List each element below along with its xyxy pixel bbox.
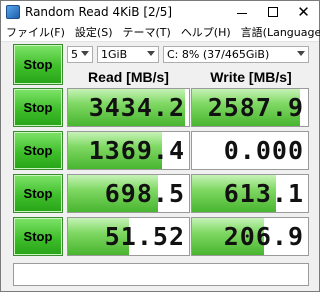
minimize-button[interactable]: [226, 1, 257, 23]
stop-test-4-button[interactable]: Stop: [13, 217, 63, 256]
stop-label: Stop: [23, 186, 53, 201]
stop-all-label: Stop: [23, 57, 53, 72]
read-value: 3434.2: [88, 93, 185, 122]
write-value: 2587.9: [207, 93, 304, 122]
maximize-button[interactable]: [257, 1, 288, 23]
app-logo-icon: [6, 5, 20, 19]
read-value: 698.5: [104, 179, 185, 208]
read-meter: 1369.4: [67, 131, 190, 170]
write-value: 0.000: [223, 136, 304, 165]
chevron-down-icon: [81, 51, 89, 56]
stop-test-1-button[interactable]: Stop: [13, 88, 63, 127]
app-window: Random Read 4KiB [2/5] ✕ ファイル(F) 設定(S) テ…: [0, 0, 320, 292]
menu-bar: ファイル(F) 設定(S) テーマ(T) ヘルプ(H) 言語(Language): [1, 23, 320, 42]
title-bar: Random Read 4KiB [2/5] ✕: [1, 1, 319, 23]
stop-label: Stop: [23, 143, 53, 158]
stop-label: Stop: [23, 100, 53, 115]
chevron-down-icon: [297, 51, 305, 56]
write-meter: 2587.9: [191, 88, 309, 127]
write-header: Write [MB/s]: [210, 69, 292, 85]
size-select[interactable]: 1GiB: [97, 46, 159, 63]
menu-help[interactable]: ヘルプ(H): [176, 24, 236, 40]
stop-all-button[interactable]: Stop: [13, 44, 63, 85]
stop-label: Stop: [23, 229, 53, 244]
comment-input[interactable]: [13, 263, 309, 286]
close-button[interactable]: ✕: [288, 1, 319, 23]
read-header: Read [MB/s]: [88, 69, 169, 85]
stop-test-3-button[interactable]: Stop: [13, 174, 63, 213]
drive-select[interactable]: C: 8% (37/465GiB): [163, 46, 309, 63]
menu-language[interactable]: 言語(Language): [236, 24, 320, 40]
size-value: 1GiB: [101, 48, 128, 61]
chevron-down-icon: [147, 51, 155, 56]
write-meter: 206.9: [191, 217, 309, 256]
write-value: 206.9: [223, 222, 304, 251]
read-meter: 698.5: [67, 174, 190, 213]
count-select[interactable]: 5: [67, 46, 93, 63]
write-meter: 613.1: [191, 174, 309, 213]
maximize-icon: [267, 7, 278, 17]
stop-test-2-button[interactable]: Stop: [13, 131, 63, 170]
count-value: 5: [71, 48, 78, 61]
close-icon: ✕: [297, 3, 310, 21]
menu-theme[interactable]: テーマ(T): [118, 24, 176, 40]
menu-settings[interactable]: 設定(S): [70, 24, 118, 40]
read-value: 51.52: [104, 222, 185, 251]
window-title: Random Read 4KiB [2/5]: [25, 5, 173, 19]
read-meter: 3434.2: [67, 88, 190, 127]
write-value: 613.1: [223, 179, 304, 208]
read-meter: 51.52: [67, 217, 190, 256]
write-meter: 0.000: [191, 131, 309, 170]
read-value: 1369.4: [88, 136, 185, 165]
menu-file[interactable]: ファイル(F): [1, 24, 70, 40]
minimize-icon: [236, 12, 247, 14]
drive-value: C: 8% (37/465GiB): [167, 48, 270, 61]
window-controls: ✕: [226, 1, 319, 23]
